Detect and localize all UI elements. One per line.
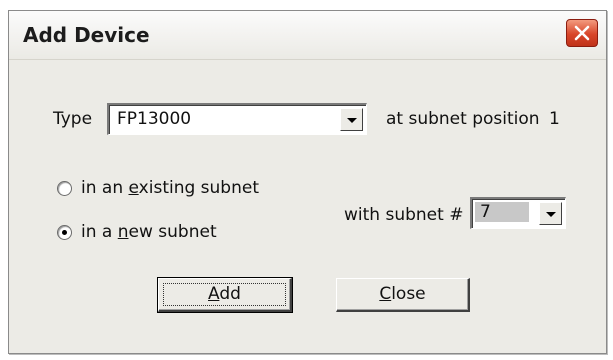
radio-new-subnet[interactable]: [57, 225, 72, 240]
label-part: in an: [81, 178, 129, 198]
close-icon: [574, 25, 590, 41]
subnet-number-dropdown-button[interactable]: [539, 202, 562, 225]
close-button[interactable]: Close: [336, 278, 470, 312]
subnet-number-value: 7: [475, 202, 529, 222]
type-label: Type: [53, 109, 93, 129]
button-label-part: dd: [219, 284, 241, 304]
accelerator-key: C: [379, 284, 392, 304]
button-label-part: lose: [391, 284, 426, 304]
label-part: ew subnet: [128, 222, 217, 242]
subnet-number-dropdown[interactable]: 7: [470, 197, 566, 229]
dialog-title: Add Device: [23, 23, 150, 47]
add-button[interactable]: Add: [157, 277, 293, 313]
subnet-position-text: at subnet position: [386, 109, 540, 129]
type-dropdown-button[interactable]: [340, 108, 363, 131]
subnet-position-value: 1: [548, 109, 560, 129]
accelerator-key: A: [208, 284, 220, 304]
chevron-down-icon: [347, 118, 357, 123]
accelerator-key: n: [117, 222, 129, 242]
subnet-position-label: at subnet position 1: [386, 109, 560, 129]
title-bar[interactable]: Add Device: [9, 11, 606, 60]
add-device-dialog: Add Device Type FP13000 at subnet positi…: [8, 10, 607, 354]
accelerator-key: e: [128, 178, 139, 198]
type-dropdown-value: FP13000: [117, 109, 192, 129]
radio-existing-subnet[interactable]: [57, 181, 72, 196]
radio-existing-subnet-label[interactable]: in an existing subnet: [81, 178, 259, 198]
label-part: xisting subnet: [138, 178, 259, 198]
subnet-number-label: with subnet #: [344, 205, 464, 225]
radio-new-subnet-label[interactable]: in a new subnet: [81, 222, 217, 242]
chevron-down-icon: [546, 212, 556, 217]
type-dropdown[interactable]: FP13000: [107, 103, 367, 135]
label-part: in a: [81, 222, 118, 242]
close-window-button[interactable]: [566, 19, 598, 47]
